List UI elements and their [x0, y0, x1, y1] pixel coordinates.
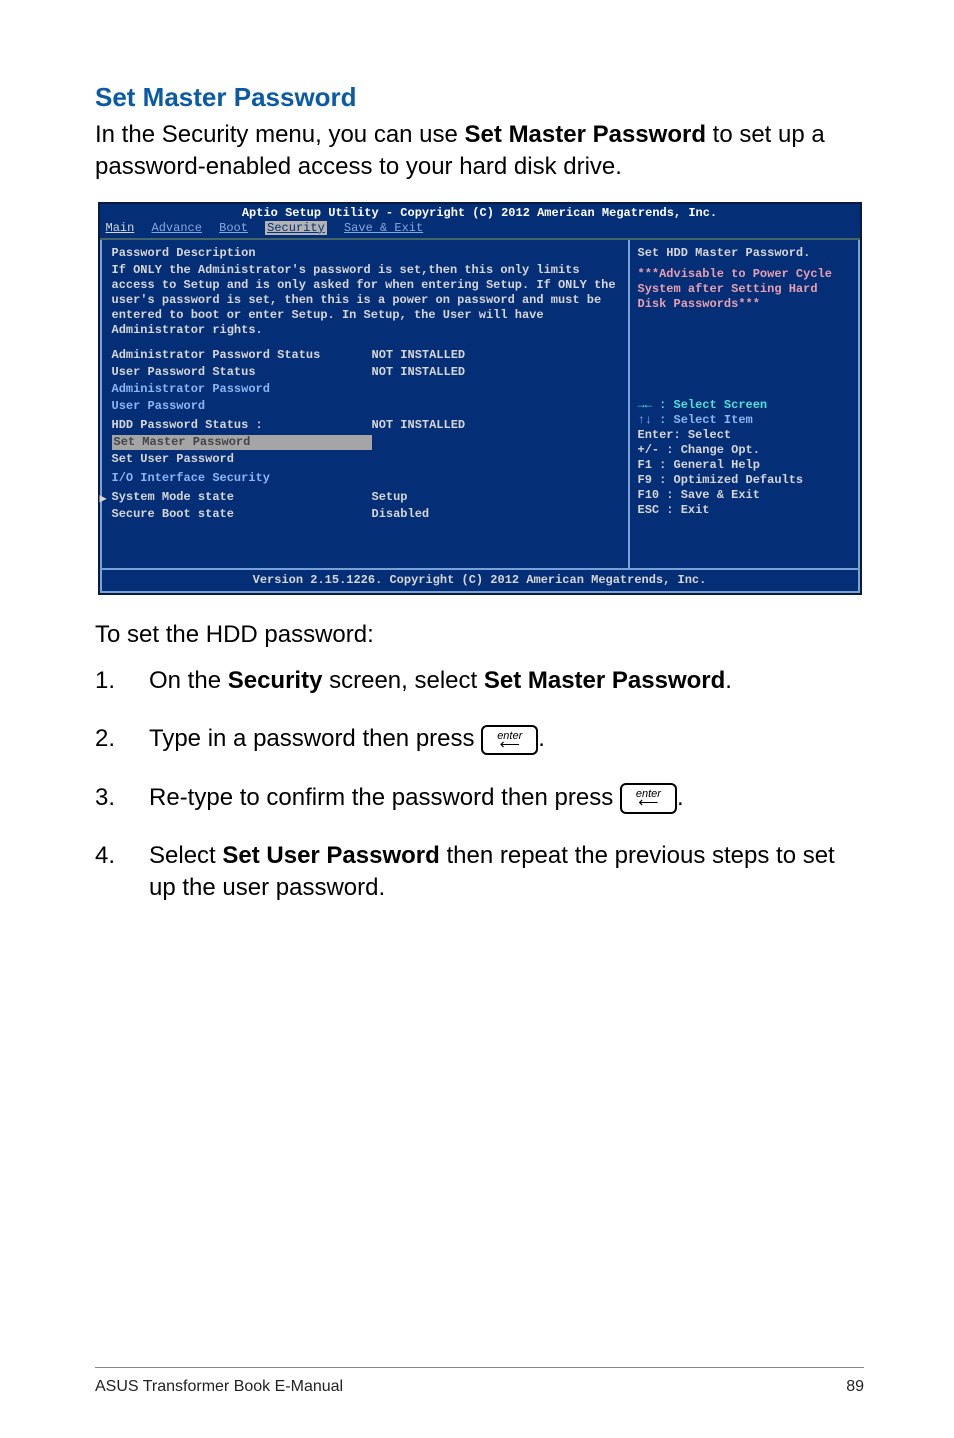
step1-bold2: Set Master Password	[484, 667, 725, 694]
bios-right-title: Set HDD Master Password.	[638, 246, 850, 261]
bios-help-line: →← : Select Screen	[638, 398, 850, 413]
intro-paragraph: In the Security menu, you can use Set Ma…	[95, 119, 864, 184]
step3-post: .	[677, 784, 684, 811]
bios-left-pane: Password Description If ONLY the Adminis…	[100, 240, 630, 570]
bios-row: I/O Interface Security	[112, 471, 618, 486]
step4-pre: Select	[149, 842, 222, 869]
step1-post: .	[725, 667, 732, 694]
bios-screenshot: Aptio Setup Utility - Copyright (C) 2012…	[98, 202, 862, 595]
step1-mid: screen, select	[322, 667, 483, 694]
enter-key-icon: enter⟵	[481, 725, 538, 756]
bios-help-line: +/- : Change Opt.	[638, 443, 850, 458]
step-3: Re-type to confirm the password then pre…	[95, 782, 864, 814]
bios-help-line: F9 : Optimized Defaults	[638, 473, 850, 488]
bios-help-line: ↑↓ : Select Item	[638, 413, 850, 428]
bios-row-label: User Password	[112, 399, 372, 414]
bios-row: Administrator Password StatusNOT INSTALL…	[112, 348, 618, 363]
bios-tab-main: Main	[106, 221, 135, 235]
bios-footer: Version 2.15.1226. Copyright (C) 2012 Am…	[100, 570, 860, 593]
bios-tab-security: Security	[265, 221, 327, 235]
bios-help-keys: →← : Select Screen↑↓ : Select ItemEnter:…	[638, 398, 850, 518]
bios-row: Administrator Password	[112, 382, 618, 397]
step4-bold: Set User Password	[222, 842, 439, 869]
key-arrow-icon: ⟵	[636, 800, 661, 806]
step-2: Type in a password then press enter⟵.	[95, 723, 864, 755]
bios-row: System Mode stateSetup	[112, 490, 618, 505]
bios-advisory: ***Advisable to Power Cycle System after…	[638, 267, 850, 312]
intro-text-pre: In the Security menu, you can use	[95, 121, 465, 148]
bios-row-value: Setup	[372, 490, 408, 505]
bios-selection-arrow-icon: ▶	[100, 492, 107, 507]
bios-description: If ONLY the Administrator's password is …	[112, 263, 618, 338]
bios-help-line: Enter: Select	[638, 428, 850, 443]
bios-row-label: System Mode state	[112, 490, 372, 505]
bios-row: Set User Password	[112, 452, 618, 467]
bios-help-line: F1 : General Help	[638, 458, 850, 473]
step2-pre: Type in a password then press	[149, 725, 481, 752]
step3-pre: Re-type to confirm the password then pre…	[149, 784, 620, 811]
bios-row: Set Master Password	[112, 435, 618, 450]
bios-row-value: Disabled	[372, 507, 430, 522]
bios-tabs: Main Advance Boot Security Save & Exit	[100, 221, 860, 238]
steps-list: On the Security screen, select Set Maste…	[95, 665, 864, 905]
footer-page-number: 89	[846, 1378, 864, 1396]
procedure-subhead: To set the HDD password:	[95, 621, 864, 649]
bios-row: HDD Password Status :NOT INSTALLED	[112, 418, 618, 433]
step1-pre: On the	[149, 667, 228, 694]
bios-tab-advance: Advance	[152, 221, 202, 235]
page-footer: ASUS Transformer Book E-Manual 89	[95, 1367, 864, 1396]
bios-row: Secure Boot stateDisabled	[112, 507, 618, 522]
bios-help-line: F10 : Save & Exit	[638, 488, 850, 503]
bios-row-label: Secure Boot state	[112, 507, 372, 522]
step1-bold1: Security	[228, 667, 323, 694]
bios-tab-save: Save & Exit	[344, 221, 423, 235]
bios-row-value: NOT INSTALLED	[372, 418, 466, 433]
bios-row-label: Set Master Password	[112, 435, 372, 450]
bios-header: Aptio Setup Utility - Copyright (C) 2012…	[100, 204, 860, 221]
bios-row-label: Set User Password	[112, 452, 372, 467]
bios-row-label: Administrator Password	[112, 382, 372, 397]
step2-post: .	[538, 725, 545, 752]
step-1: On the Security screen, select Set Maste…	[95, 665, 864, 697]
enter-key-icon: enter⟵	[620, 783, 677, 814]
step-4: Select Set User Password then repeat the…	[95, 840, 864, 905]
bios-row-label: HDD Password Status :	[112, 418, 372, 433]
bios-row-value: NOT INSTALLED	[372, 348, 466, 363]
bios-row-label: User Password Status	[112, 365, 372, 380]
bios-section-title: Password Description	[112, 246, 618, 261]
section-heading: Set Master Password	[95, 82, 864, 113]
bios-row: User Password	[112, 399, 618, 414]
bios-row-value: NOT INSTALLED	[372, 365, 466, 380]
bios-row-label: Administrator Password Status	[112, 348, 372, 363]
key-arrow-icon: ⟵	[497, 742, 522, 748]
bios-row: User Password StatusNOT INSTALLED	[112, 365, 618, 380]
footer-left: ASUS Transformer Book E-Manual	[95, 1378, 343, 1396]
intro-text-bold: Set Master Password	[465, 121, 706, 148]
bios-right-pane: Set HDD Master Password. ***Advisable to…	[630, 240, 860, 570]
bios-tab-boot: Boot	[219, 221, 248, 235]
bios-help-line: ESC : Exit	[638, 503, 850, 518]
bios-row-label: I/O Interface Security	[112, 471, 372, 486]
